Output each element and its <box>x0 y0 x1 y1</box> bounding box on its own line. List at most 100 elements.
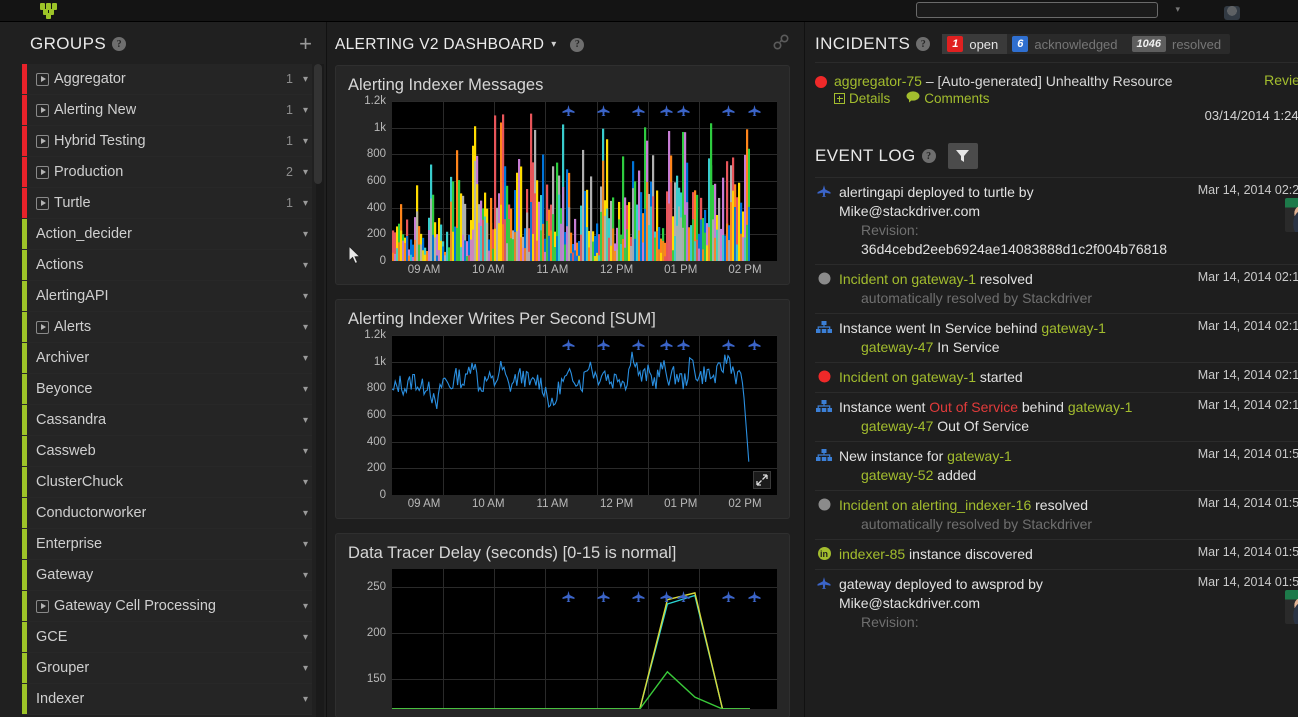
deploy-marker-icon[interactable] <box>677 591 690 602</box>
deploy-marker-icon[interactable] <box>632 591 645 602</box>
chevron-down-icon[interactable]: ▾ <box>303 508 312 519</box>
event-log-row[interactable]: gateway deployed to awsprod by Mike@stac… <box>815 569 1298 637</box>
chevron-down-icon[interactable]: ▾ <box>303 694 312 705</box>
sidebar-item-gce[interactable]: GCE ▾ <box>22 622 312 653</box>
sidebar-item-beyonce[interactable]: Beyonce ▾ <box>22 374 312 405</box>
event-text-part[interactable]: Incident on gateway-1 <box>839 271 976 287</box>
event-text-part[interactable]: gateway-1 <box>1041 320 1106 336</box>
incident-status-filter-badges[interactable]: 1 open 6 acknowledged 1046 resolved <box>942 34 1231 54</box>
expand-icon[interactable] <box>753 471 771 489</box>
event-log-row[interactable]: in indexer-85 instance discovered Mar 14, … <box>815 539 1298 569</box>
chevron-down-icon[interactable]: ▾ <box>303 663 312 674</box>
chart-plot-area[interactable] <box>392 101 777 261</box>
chevron-down-icon[interactable]: ▾ <box>303 198 312 209</box>
sidebar-item-alerts[interactable]: Alerts ▾ <box>22 312 312 343</box>
chevron-down-icon[interactable]: ▾ <box>303 539 312 550</box>
deploy-marker-icon[interactable] <box>632 105 645 116</box>
event-text-part[interactable]: Incident on gateway-1 <box>839 369 976 385</box>
chevron-down-icon[interactable]: ▾ <box>303 105 312 116</box>
sidebar-item-alertingapi[interactable]: AlertingAPI ▾ <box>22 281 312 312</box>
help-icon[interactable]: ? <box>916 37 931 51</box>
event-subtext-resource[interactable]: gateway-47 <box>861 418 933 434</box>
deploy-marker-icon[interactable] <box>660 591 673 602</box>
incident-resource[interactable]: aggregator-75 <box>834 73 922 89</box>
review-dropdown[interactable]: Review ▾ <box>1264 72 1298 89</box>
play-icon[interactable] <box>36 320 49 334</box>
chevron-down-icon[interactable]: ▾ <box>303 322 312 333</box>
sidebar-item-hybrid-testing[interactable]: Hybrid Testing 1 ▾ <box>22 126 312 157</box>
event-log-row[interactable]: Incident on gateway-1 resolved automatica… <box>815 264 1298 313</box>
chart-plot-area[interactable] <box>392 569 777 709</box>
sidebar-item-aggregator[interactable]: Aggregator 1 ▾ <box>22 64 312 95</box>
sidebar-item-indexer[interactable]: Indexer ▾ <box>22 684 312 715</box>
sidebar-item-actions[interactable]: Actions ▾ <box>22 250 312 281</box>
event-log-row[interactable]: Incident on gateway-1 started Mar 14, 201… <box>815 362 1298 392</box>
dashboard-chevron-down-icon[interactable]: ▾ <box>551 39 556 50</box>
sidebar-item-conductorworker[interactable]: Conductorworker ▾ <box>22 498 312 529</box>
deploy-marker-icon[interactable] <box>722 339 735 350</box>
chevron-down-icon[interactable]: ▾ <box>303 260 312 271</box>
chevron-down-icon[interactable]: ▾ <box>1175 4 1180 15</box>
chevron-down-icon[interactable]: ▾ <box>303 601 312 612</box>
sidebar-item-cassweb[interactable]: Cassweb ▾ <box>22 436 312 467</box>
event-log-row[interactable]: Instance went In Service behind gateway-… <box>815 313 1298 362</box>
deploy-marker-icon[interactable] <box>748 591 761 602</box>
deploy-marker-icon[interactable] <box>677 105 690 116</box>
deploy-marker-icon[interactable] <box>562 339 575 350</box>
help-icon[interactable]: ? <box>921 149 936 163</box>
deploy-marker-icon[interactable] <box>632 339 645 350</box>
event-text-part[interactable]: indexer-85 <box>839 546 905 562</box>
deploy-marker-icon[interactable] <box>677 339 690 350</box>
event-text-part[interactable]: gateway-1 <box>1068 399 1133 415</box>
groups-scrollbar-thumb[interactable] <box>314 64 322 184</box>
help-icon[interactable]: ? <box>112 37 127 51</box>
sidebar-item-turtle[interactable]: Turtle 1 ▾ <box>22 188 312 219</box>
status-badge-resolved[interactable]: 1046 resolved <box>1127 34 1231 54</box>
chevron-down-icon[interactable]: ▾ <box>303 291 312 302</box>
status-badge-acknowledged[interactable]: 6 acknowledged <box>1007 34 1126 54</box>
sidebar-item-action-decider[interactable]: Action_decider ▾ <box>22 219 312 250</box>
play-icon[interactable] <box>36 165 49 179</box>
status-badge-open[interactable]: 1 open <box>942 34 1008 54</box>
dashboard-title[interactable]: ALERTING V2 DASHBOARD <box>335 36 544 54</box>
chevron-down-icon[interactable]: ▾ <box>303 446 312 457</box>
play-icon[interactable] <box>36 72 49 86</box>
event-log-list[interactable]: alertingapi deployed to turtle by Mike@s… <box>815 177 1298 717</box>
event-subtext-resource[interactable]: gateway-52 <box>861 467 933 483</box>
chevron-down-icon[interactable]: ▾ <box>303 229 312 240</box>
chevron-down-icon[interactable]: ▾ <box>303 74 312 85</box>
chevron-down-icon[interactable]: ▾ <box>303 384 312 395</box>
global-search-input[interactable] <box>916 2 1158 18</box>
event-subtext-resource[interactable]: gateway-47 <box>861 339 933 355</box>
event-log-row[interactable]: New instance for gateway-1 gateway-52 add… <box>815 441 1298 490</box>
user-avatar[interactable] <box>1224 6 1240 20</box>
deploy-marker-icon[interactable] <box>562 105 575 116</box>
chevron-down-icon[interactable]: ▾ <box>303 167 312 178</box>
groups-list[interactable]: Aggregator 1 ▾ Alerting New 1 ▾ Hybrid Testing… <box>0 64 326 717</box>
deploy-marker-icon[interactable] <box>748 339 761 350</box>
chevron-down-icon[interactable]: ▾ <box>303 477 312 488</box>
dashboard-charts-scroll[interactable]: Alerting Indexer Messages 0 200 400 600 800 1k… <box>327 65 804 717</box>
sidebar-item-production[interactable]: Production 2 ▾ <box>22 157 312 188</box>
sidebar-item-alerting-new[interactable]: Alerting New 1 ▾ <box>22 95 312 126</box>
deploy-marker-icon[interactable] <box>660 339 673 350</box>
deploy-marker-icon[interactable] <box>722 591 735 602</box>
help-icon[interactable]: ? <box>570 37 585 52</box>
link-icon[interactable] <box>772 34 790 55</box>
deploy-marker-icon[interactable] <box>597 105 610 116</box>
deploy-marker-icon[interactable] <box>562 591 575 602</box>
chart-plot-area[interactable] <box>392 335 777 495</box>
deploy-marker-icon[interactable] <box>660 105 673 116</box>
sidebar-item-gateway-cell-processing[interactable]: Gateway Cell Processing ▾ <box>22 591 312 622</box>
comments-button[interactable]: Comments <box>906 91 990 106</box>
deploy-marker-icon[interactable] <box>748 105 761 116</box>
deploy-marker-icon[interactable] <box>597 339 610 350</box>
chevron-down-icon[interactable]: ▾ <box>303 570 312 581</box>
sidebar-item-archiver[interactable]: Archiver ▾ <box>22 343 312 374</box>
deploy-marker-icon[interactable] <box>722 105 735 116</box>
event-log-row[interactable]: Incident on alerting_indexer-16 resolved… <box>815 490 1298 539</box>
groups-scrollbar[interactable] <box>314 64 324 717</box>
chevron-down-icon[interactable]: ▾ <box>303 353 312 364</box>
sidebar-item-grouper[interactable]: Grouper ▾ <box>22 653 312 684</box>
play-icon[interactable] <box>36 103 49 117</box>
